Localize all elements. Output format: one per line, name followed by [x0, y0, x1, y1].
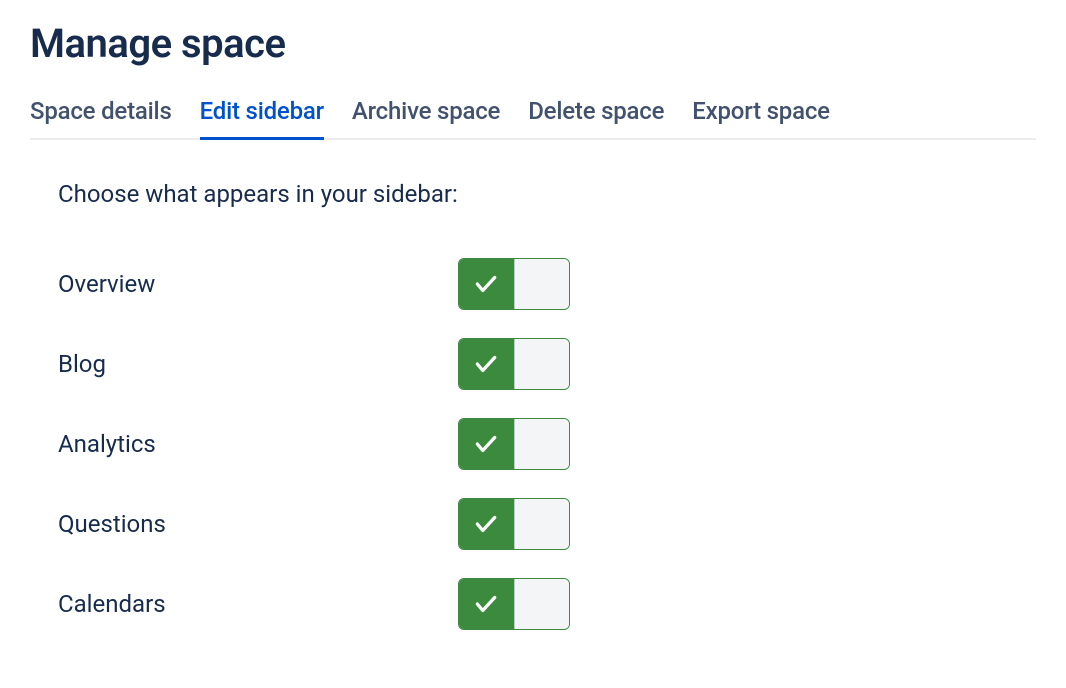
check-icon — [473, 271, 499, 297]
toggle-off-overview — [514, 259, 569, 309]
check-icon — [473, 511, 499, 537]
toggle-off-questions — [514, 499, 569, 549]
toggle-off-blog — [514, 339, 569, 389]
option-row-overview: Overview — [58, 258, 1036, 310]
toggle-on-overview — [459, 259, 514, 309]
check-icon — [473, 351, 499, 377]
option-label-analytics: Analytics — [58, 430, 458, 458]
page-title: Manage space — [30, 20, 1036, 67]
check-icon — [473, 431, 499, 457]
option-label-blog: Blog — [58, 350, 458, 378]
option-label-questions: Questions — [58, 510, 458, 538]
tab-archive-space[interactable]: Archive space — [352, 97, 500, 140]
toggle-blog[interactable] — [458, 338, 570, 390]
toggle-questions[interactable] — [458, 498, 570, 550]
tab-export-space[interactable]: Export space — [692, 97, 830, 140]
toggle-analytics[interactable] — [458, 418, 570, 470]
option-row-calendars: Calendars — [58, 578, 1036, 630]
instruction-text: Choose what appears in your sidebar: — [58, 180, 1036, 208]
tab-space-details[interactable]: Space details — [30, 97, 172, 140]
option-label-calendars: Calendars — [58, 590, 458, 618]
content-area: Choose what appears in your sidebar: Ove… — [30, 180, 1036, 630]
toggle-off-calendars — [514, 579, 569, 629]
toggle-on-calendars — [459, 579, 514, 629]
option-label-overview: Overview — [58, 270, 458, 298]
option-row-blog: Blog — [58, 338, 1036, 390]
toggle-overview[interactable] — [458, 258, 570, 310]
option-row-analytics: Analytics — [58, 418, 1036, 470]
check-icon — [473, 591, 499, 617]
toggle-on-blog — [459, 339, 514, 389]
tab-delete-space[interactable]: Delete space — [528, 97, 664, 140]
toggle-on-analytics — [459, 419, 514, 469]
toggle-on-questions — [459, 499, 514, 549]
toggle-calendars[interactable] — [458, 578, 570, 630]
tab-edit-sidebar[interactable]: Edit sidebar — [200, 97, 324, 140]
toggle-off-analytics — [514, 419, 569, 469]
option-row-questions: Questions — [58, 498, 1036, 550]
tabs-container: Space details Edit sidebar Archive space… — [30, 97, 1036, 140]
